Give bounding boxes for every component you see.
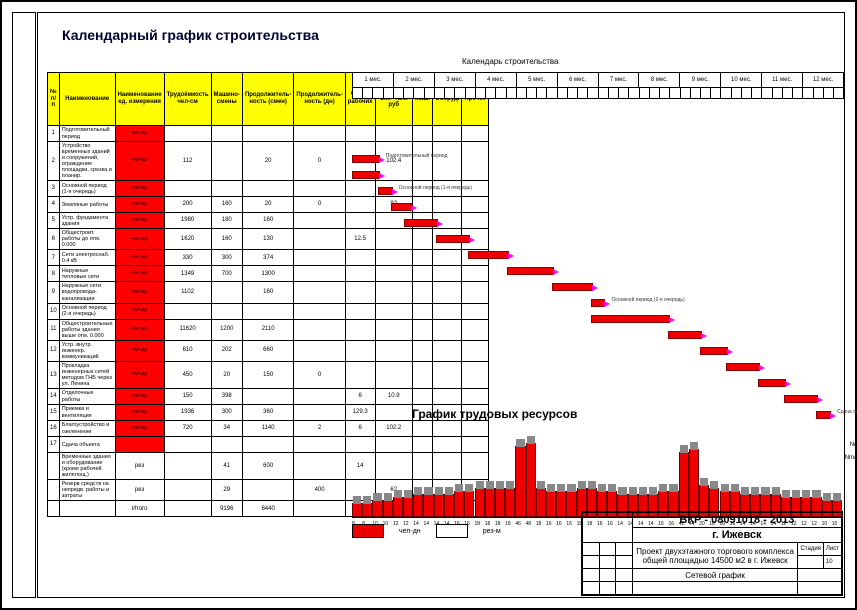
resource-bar [679, 452, 689, 517]
gantt-bar [352, 171, 380, 179]
resource-bar [444, 494, 454, 517]
col-header: Машино-смены [211, 73, 242, 126]
legend-swatch-2 [436, 524, 468, 538]
gantt-bar [758, 379, 786, 387]
gantt-bar [700, 347, 728, 355]
resource-bar [526, 443, 536, 517]
title-block: ВКР - 08091018 - 2013 г. Ижевск Проект д… [581, 511, 843, 596]
resource-bar [393, 497, 403, 517]
resource-bar [352, 503, 362, 517]
gantt-bar [404, 219, 438, 227]
col-header: Трудоёмкость чел-см [164, 73, 211, 126]
resource-bar [536, 488, 546, 517]
resource-title: График трудовых ресурсов [412, 407, 577, 421]
gantt-chart: 1 мес.2 мес.3 мес.4 мес.5 мес.6 мес.7 ме… [352, 72, 845, 412]
resource-bar [475, 488, 485, 517]
gantt-bar [391, 203, 412, 211]
resource-bar [362, 503, 372, 517]
resource-bar [423, 494, 433, 517]
table-row: 16Благоустройство и озеленениечел-дн7203… [48, 421, 489, 437]
gantt-bar [591, 299, 606, 307]
col-header: Продолжитель- ность (дн) [294, 73, 345, 126]
legend-swatch-1 [352, 524, 384, 538]
resource-bar [454, 491, 464, 517]
resource-bar [546, 491, 556, 517]
resource-bar [556, 491, 566, 517]
col-header: Наименование ед. измерения [115, 73, 164, 126]
col-header: Наименование [59, 73, 115, 126]
resource-bar [383, 500, 393, 517]
resource-bar [689, 449, 699, 517]
col-header: Продолжитель- ность (смен) [242, 73, 293, 126]
gantt-bar [784, 395, 818, 403]
resource-bar [566, 491, 576, 517]
resource-bar [372, 500, 382, 517]
legend: чел-дн рез-м [352, 524, 501, 538]
gantt-bar [468, 251, 509, 259]
page-title: Календарный график строительства [62, 27, 319, 43]
resource-bar [434, 494, 444, 517]
gantt-bar [352, 155, 380, 163]
resource-bar [515, 446, 525, 517]
gantt-bar [726, 363, 760, 371]
resource-bar [495, 488, 505, 517]
resource-bar [413, 494, 423, 517]
gantt-bar [552, 283, 593, 291]
gantt-bar [436, 235, 470, 243]
resource-bar [485, 488, 495, 517]
gantt-header: Календарь строительства [462, 57, 559, 66]
gantt-bar [816, 411, 831, 419]
resource-bar [464, 491, 474, 517]
task-table: № п/пНаименованиеНаименование ед. измере… [47, 72, 347, 517]
gantt-bar [591, 315, 670, 323]
gantt-bar [668, 331, 702, 339]
resource-bar [505, 488, 515, 517]
gantt-bar [507, 267, 554, 275]
gantt-bar [378, 187, 393, 195]
resource-chart: Nср=12 чел Nmax=48 чел 88101012121414141… [352, 437, 842, 518]
resource-bar [403, 497, 413, 517]
col-header: № п/п [48, 73, 60, 126]
